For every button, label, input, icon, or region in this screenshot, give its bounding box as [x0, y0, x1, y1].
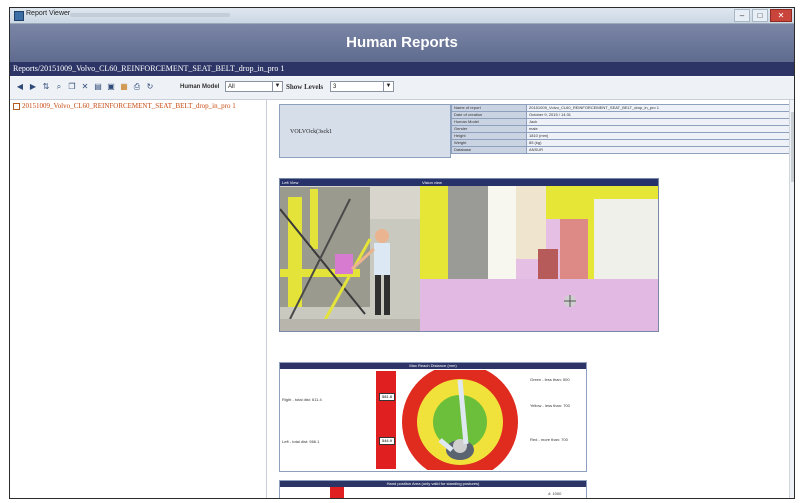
title-bar-blurred-text	[70, 13, 230, 17]
minimize-button[interactable]: –	[734, 9, 750, 22]
window-controls: – □ ✕	[734, 9, 792, 22]
toolbar: ◀ ▶ ⇅ ⌕ ❐ ✕ ▤ ▣ ▦ ⎙ ↻ Human Model All ▼ …	[10, 77, 794, 100]
table-row: Gender male	[451, 125, 794, 133]
left-view-label: Left View	[280, 179, 420, 186]
report-tree: 20151009_Volvo_CL60_REINFORCEMENT_SEAT_B…	[10, 100, 267, 498]
page-title: Human Reports	[346, 34, 458, 51]
hand-position-bar	[330, 487, 344, 498]
max-reach-panel: Max Reach Distance (mm) Right - total di…	[279, 362, 587, 472]
table-row: Weight 85 (kg)	[451, 139, 794, 147]
hand-position-title: Hand position Area (only valid for stand…	[280, 481, 586, 487]
human-model-label: Human Model	[180, 84, 220, 90]
reach-bar	[376, 371, 396, 469]
table-row: Date of creation October 9, 2015 / 14:31	[451, 111, 794, 119]
vision-view-label: Vision view	[420, 179, 658, 186]
table-row: Human Model Jack	[451, 118, 794, 126]
left-view-render	[280, 179, 420, 331]
hand-position-value: 4: 1000	[548, 491, 562, 496]
vision-view-image: Vision view	[420, 179, 658, 331]
hand-position-panel: Hand position Area (only valid for stand…	[279, 480, 587, 498]
app-icon	[14, 11, 24, 21]
export-icon[interactable]: ▦	[120, 83, 128, 91]
close-button[interactable]: ✕	[770, 9, 792, 22]
report-content: VOLVOck(3sck1 Name of report 20151009_Vol…	[267, 100, 794, 498]
back-icon[interactable]: ◀	[16, 83, 24, 91]
maximize-button[interactable]: □	[752, 9, 768, 22]
delete-icon[interactable]: ✕	[81, 83, 89, 91]
show-levels-label: Show Levels	[286, 83, 324, 91]
tree-item-label: 20151009_Volvo_CL60_REINFORCEMENT_SEAT_B…	[22, 102, 236, 110]
reach-red-text: Red - more than: 700	[530, 437, 568, 442]
reach-green-text: Green - less than: 500	[530, 377, 570, 382]
report-info-table: Name of report 20151009_Volvo_CL60_REINFO…	[451, 104, 794, 154]
report-viewer-window: Report Viewer – □ ✕ Human Reports Report…	[9, 7, 795, 499]
right-reach-value: 581.8	[379, 393, 395, 401]
max-reach-title: Max Reach Distance (mm)	[280, 363, 586, 369]
report-name-box: VOLVOck(3sck1	[279, 104, 451, 158]
right-reach-label: Right - total dist: 611.4	[282, 397, 322, 402]
forward-icon[interactable]: ▶	[29, 83, 37, 91]
vertical-scrollbar[interactable]	[789, 100, 794, 498]
scrollbar-thumb[interactable]	[791, 112, 794, 182]
search-icon[interactable]: ⌕	[55, 83, 63, 91]
chevron-down-icon: ▼	[272, 82, 282, 91]
reach-zone-diagram	[400, 370, 520, 470]
tree-item-report[interactable]: 20151009_Volvo_CL60_REINFORCEMENT_SEAT_B…	[13, 102, 236, 110]
vision-view-render	[420, 179, 658, 331]
report-info: VOLVOck(3sck1 Name of report 20151009_Vol…	[279, 104, 794, 158]
human-model-select[interactable]: All ▼	[225, 81, 283, 92]
left-view-image: Left View	[280, 179, 420, 331]
window-title: Report Viewer	[26, 10, 71, 17]
document-icon[interactable]: ▤	[94, 83, 102, 91]
sort-icon[interactable]: ⇅	[42, 83, 50, 91]
chevron-down-icon: ▼	[383, 82, 393, 91]
print-icon[interactable]: ⎙	[133, 83, 141, 91]
copy-icon[interactable]: ❐	[68, 83, 76, 91]
show-levels-value: 3	[333, 84, 337, 90]
left-reach-label: Left - total dist: 566.1	[282, 439, 320, 444]
reach-yellow-text: Yellow - less than: 700	[530, 403, 570, 408]
refresh-icon[interactable]: ↻	[146, 83, 154, 91]
table-row: Height 1810 (mm)	[451, 132, 794, 140]
report-name: VOLVOck(3sck1	[290, 129, 333, 135]
tree-node-icon	[13, 102, 20, 110]
breadcrumb: Reports/20151009_Volvo_CL60_REINFORCEMEN…	[10, 62, 794, 76]
left-reach-value: 544.9	[379, 437, 395, 445]
view-images: Left View Vision view	[279, 178, 659, 332]
human-model-value: All	[228, 84, 235, 90]
table-row: Name of report 20151009_Volvo_CL60_REINFO…	[451, 104, 794, 112]
save-icon[interactable]: ▣	[107, 83, 115, 91]
show-levels-select[interactable]: 3 ▼	[330, 81, 394, 92]
title-bar: Report Viewer – □ ✕	[10, 8, 794, 24]
header-banner: Human Reports	[10, 24, 794, 62]
table-row: Database ANSUR	[451, 146, 794, 154]
